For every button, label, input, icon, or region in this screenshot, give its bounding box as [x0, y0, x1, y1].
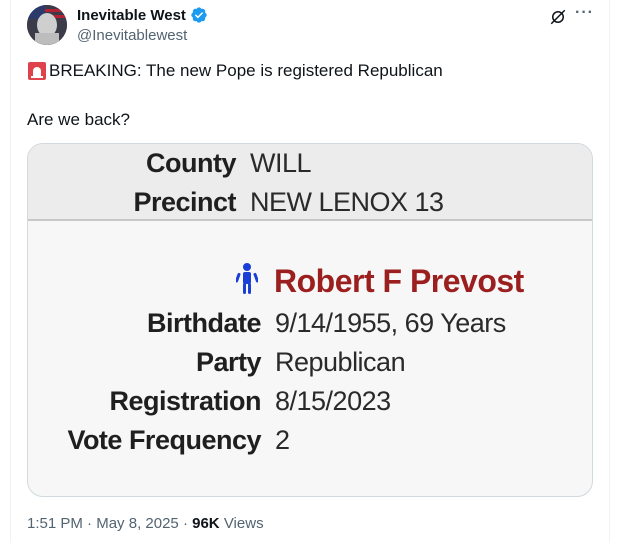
card-header: County WILL Precinct NEW LENOX 13 — [28, 144, 592, 221]
birthdate-label: Birthdate — [146, 308, 262, 338]
party-value: Republican — [275, 347, 406, 377]
separator-dot: · — [87, 515, 93, 532]
views-count: 96K — [192, 515, 220, 532]
tweet-text-line2: Are we back? — [27, 110, 130, 129]
tweet-text-line1: BREAKING: The new Pope is registered Rep… — [27, 61, 443, 81]
vote-frequency-label: Vote Frequency — [67, 425, 261, 455]
person-icon — [236, 263, 258, 294]
vote-frequency-value: 2 — [275, 425, 290, 455]
views-label: Views — [223, 515, 264, 532]
more-options-icon[interactable]: ··· — [575, 4, 594, 22]
separator-dot: · — [182, 515, 188, 532]
registration-label: Registration — [109, 386, 261, 416]
verified-badge-icon — [191, 7, 207, 23]
county-value: WILL — [250, 148, 312, 178]
tweet-meta: 1:51 PM · May 8, 2025 · 96K Views — [27, 515, 264, 532]
precinct-value: NEW LENOX 13 — [250, 187, 444, 217]
author-handle[interactable]: @Inevitablewest — [77, 27, 187, 44]
county-label: County — [146, 148, 236, 178]
tweet-date[interactable]: May 8, 2025 — [96, 515, 179, 532]
author-name[interactable]: Inevitable West — [77, 6, 208, 24]
media-card[interactable]: County WILL Precinct NEW LENOX 13 Robert… — [27, 143, 593, 497]
avatar[interactable] — [27, 5, 67, 45]
tweet-text-line1-text: BREAKING: The new Pope is registered Rep… — [49, 61, 443, 80]
siren-emoji-icon — [28, 62, 46, 80]
author-name-text[interactable]: Inevitable West — [77, 7, 186, 24]
party-label: Party — [195, 347, 262, 377]
voter-name: Robert F Prevost — [274, 263, 524, 299]
grok-icon[interactable] — [549, 8, 567, 26]
precinct-label: Precinct — [133, 187, 236, 217]
tweet-time[interactable]: 1:51 PM — [27, 515, 83, 532]
birthdate-value: 9/14/1955, 69 Years — [275, 308, 506, 338]
registration-value: 8/15/2023 — [275, 386, 391, 416]
